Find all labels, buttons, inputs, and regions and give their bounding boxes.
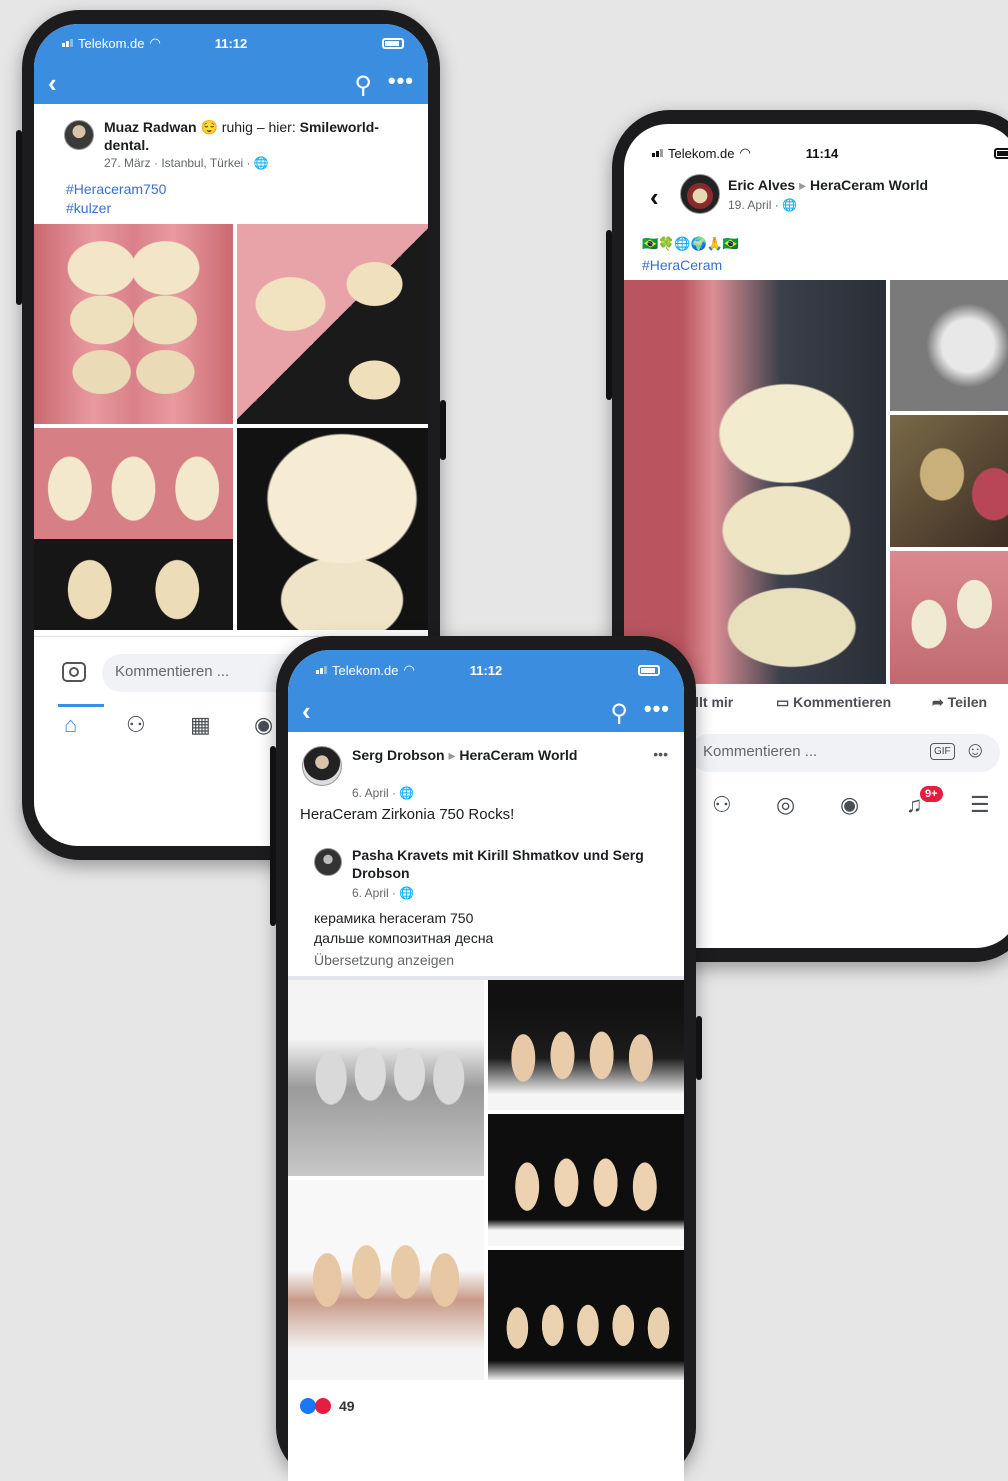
shared-text-2: дальше композитная десна — [314, 930, 494, 946]
post-photo[interactable] — [237, 224, 428, 424]
post-meta: 27. März · Istanbul, Türkei · 🌐 — [104, 156, 269, 170]
clock: 11:12 — [214, 35, 248, 51]
hashtag[interactable]: #Heraceram750 — [66, 180, 166, 199]
emoji: 😌 — [200, 119, 218, 135]
post-photo[interactable] — [890, 280, 1008, 411]
shared-meta: 6. April · 🌐 — [352, 886, 415, 900]
author-name[interactable]: Serg Drobson — [352, 747, 445, 763]
battery-icon — [382, 37, 404, 49]
active-tab-indicator — [58, 704, 104, 707]
post-photo[interactable] — [34, 428, 233, 630]
post-photo[interactable] — [488, 980, 684, 1110]
post-photo[interactable] — [890, 415, 1008, 547]
love-reaction-icon — [315, 1398, 331, 1414]
reactions-row[interactable]: 49 — [300, 1398, 355, 1414]
post-author-line: Eric Alves ▸ HeraCeram World — [728, 177, 929, 193]
like-reaction-icon — [300, 1398, 316, 1414]
post-photo[interactable] — [488, 1250, 684, 1380]
phone-3: Telekom.de ◠ 11:12 ‹ ⚲ ••• Serg Drobson ▸… — [270, 636, 702, 1481]
shared-text-1: керамика heraceram 750 — [314, 910, 474, 926]
hashtag[interactable]: #HeraCeram — [642, 256, 722, 275]
clock: 11:12 — [469, 662, 503, 678]
share-label: Teilen — [947, 694, 988, 710]
signal-icon — [62, 39, 73, 47]
notification-badge: 9+ — [920, 786, 943, 802]
nav-bar: ‹ ⚲ ••• — [34, 62, 428, 104]
post-photo[interactable] — [288, 980, 484, 1176]
share-button[interactable]: ➦ Teilen — [932, 694, 987, 711]
post-meta: 6. April · 🌐 — [352, 786, 415, 800]
post-photo[interactable] — [237, 428, 428, 630]
post-meta: 19. April · 🌐 — [728, 198, 797, 212]
menu-icon[interactable]: ☰ — [970, 792, 990, 818]
camera-icon[interactable] — [62, 662, 86, 682]
profile-icon[interactable]: ◎ — [776, 792, 795, 818]
post-photo[interactable] — [488, 1114, 684, 1246]
friends-icon[interactable]: ⚇ — [126, 712, 146, 738]
post-photo[interactable] — [624, 280, 886, 684]
activity: ruhig – hier: — [221, 119, 296, 135]
wifi-icon: ◠ — [739, 145, 751, 160]
back-icon[interactable]: ‹ — [650, 182, 659, 213]
search-icon[interactable]: ⚲ — [354, 71, 372, 100]
nav-bar: ‹ ⚲ ••• — [288, 690, 684, 732]
groups-icon[interactable]: ◉ — [254, 712, 273, 738]
more-icon[interactable]: ••• — [653, 746, 668, 762]
search-icon[interactable]: ⚲ — [610, 699, 628, 728]
reactions-count: 49 — [339, 1398, 355, 1414]
wifi-icon: ◠ — [149, 35, 161, 50]
gif-button[interactable]: GIF — [930, 743, 955, 760]
groups-icon[interactable]: ◉ — [840, 792, 859, 818]
status-bar: Telekom.de ◠ 11:12 — [288, 650, 684, 690]
shared-author-line: Pasha Kravets mit Kirill Shmatkov und Se… — [352, 847, 644, 881]
comment-label: Kommentieren — [793, 694, 892, 710]
back-icon[interactable]: ‹ — [302, 696, 311, 727]
status-bar: Telekom.de ◠ 11:14 — [624, 138, 1008, 168]
carrier-label: Telekom.de — [332, 662, 399, 678]
avatar[interactable] — [314, 848, 342, 876]
group-name[interactable]: HeraCeram World — [810, 177, 928, 193]
carrier-label: Telekom.de — [78, 35, 145, 51]
translate-link[interactable]: Übersetzung anzeigen — [314, 952, 454, 968]
status-bar: Telekom.de ◠ 11:12 — [34, 24, 428, 62]
battery-icon — [994, 147, 1008, 159]
back-icon[interactable]: ‹ — [48, 68, 57, 99]
avatar[interactable] — [64, 120, 94, 150]
group-name[interactable]: HeraCeram World — [459, 747, 577, 763]
author-name[interactable]: Muaz Radwan — [104, 119, 197, 135]
marketplace-icon[interactable]: ▦ — [190, 712, 211, 738]
friends-icon[interactable]: ⚇ — [712, 792, 732, 818]
avatar[interactable] — [302, 746, 342, 786]
more-icon[interactable]: ••• — [388, 68, 414, 94]
signal-icon — [652, 149, 663, 157]
battery-icon — [638, 664, 660, 676]
wifi-icon: ◠ — [403, 662, 415, 677]
carrier-label: Telekom.de — [668, 145, 735, 161]
share-icon: ➦ — [932, 694, 944, 710]
hashtag[interactable]: #kulzer — [66, 199, 111, 218]
post-photo[interactable] — [288, 1180, 484, 1380]
post-photo[interactable] — [890, 551, 1008, 684]
more-icon[interactable]: ••• — [644, 696, 670, 722]
author-name[interactable]: Eric Alves — [728, 177, 795, 193]
avatar[interactable] — [680, 174, 720, 214]
home-icon[interactable]: ⌂ — [64, 712, 77, 738]
post-text: HeraCeram Zirkonia 750 Rocks! — [300, 806, 515, 823]
emoji-line: 🇧🇷🍀🌐🌍🙏🇧🇷 — [642, 236, 740, 251]
post-author-line: Serg Drobson ▸ HeraCeram World — [352, 747, 578, 763]
comment-icon: ▭ — [776, 694, 790, 710]
comment-button[interactable]: ▭ Kommentieren — [776, 694, 891, 711]
emoji-icon[interactable]: ☺ — [964, 737, 986, 763]
screen-3: Telekom.de ◠ 11:12 ‹ ⚲ ••• Serg Drobson ▸… — [288, 650, 684, 1481]
post-photo[interactable] — [34, 224, 233, 424]
post-author-line: Muaz Radwan 😌 ruhig – hier: Smileworld-d… — [104, 118, 404, 154]
clock: 11:14 — [805, 145, 839, 161]
signal-icon — [316, 666, 327, 674]
